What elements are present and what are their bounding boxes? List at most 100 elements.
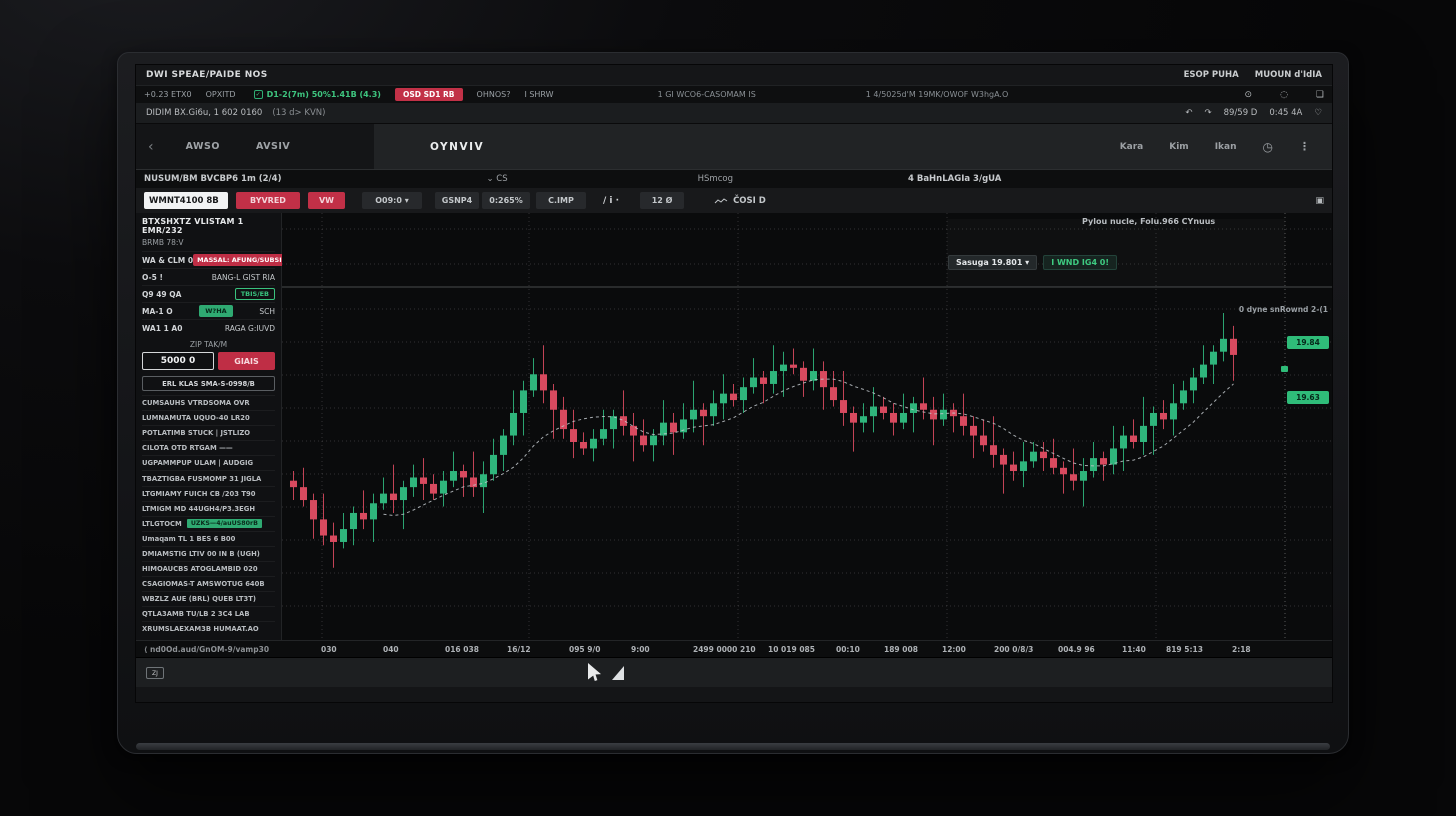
- margin-badge[interactable]: MASSAL: AFUNG/SUBSIDE: [193, 254, 295, 266]
- list-item[interactable]: QTLA3AMB TU/LB 2 3C4 LAB: [142, 606, 275, 621]
- sell-small-button[interactable]: VW: [308, 192, 345, 209]
- nav-link-1[interactable]: Kara: [1120, 142, 1144, 152]
- strategy-button[interactable]: ERL KLAS SMA-S-0998/B: [142, 376, 275, 391]
- quantity-input[interactable]: 5000 0: [142, 352, 214, 370]
- list-item[interactable]: LTLGTOCM UZKS—4/auUS80rB: [142, 516, 275, 531]
- quote-center-2: 1 4/5025d'M 19MK/OWOF W3hgA.O: [866, 90, 1009, 99]
- panel-subtitle: BRMB 78:V: [142, 238, 275, 247]
- time-axis-label: 9:00: [631, 645, 650, 654]
- panel-row-4: MA-1 O W?HA SCH: [142, 302, 275, 319]
- list-item[interactable]: UGPAMMPUP ULAM | AUDGIG: [142, 455, 275, 470]
- symbol-search-input[interactable]: [144, 192, 228, 209]
- notification-icon[interactable]: ◌: [1280, 90, 1288, 100]
- list-item[interactable]: CILOTA OTD RTGAM ——: [142, 440, 275, 455]
- panel-toggle-icon[interactable]: ▣: [1315, 196, 1324, 206]
- titlebar-label-a: ESOP PUHA: [1184, 70, 1239, 80]
- time-axis-label: 030: [321, 645, 337, 654]
- tp-badge[interactable]: TBIS/EB: [235, 288, 275, 300]
- back-chevron-icon[interactable]: ‹: [148, 139, 154, 155]
- list-item[interactable]: LTMIGM MD 44UGH4/P3.3EGH: [142, 501, 275, 516]
- price-badge[interactable]: W?HA: [199, 305, 232, 317]
- shield-check-icon: ✓: [254, 90, 263, 99]
- alert-badge[interactable]: OSD SD1 RB: [395, 88, 463, 101]
- price-tag-2: 19.63: [1287, 391, 1329, 404]
- tab-bar: ‹ AWSO AVSIV OYNVIV Kara Kim Ikan ◷ ⋮: [136, 124, 1332, 169]
- mouse-cursor-icon: [588, 663, 601, 681]
- sell-button[interactable]: BYVRED: [236, 192, 300, 209]
- candlestick-chart[interactable]: Pylou nucle, Folu.966 CYnuus Sasuga 19.8…: [282, 213, 1332, 640]
- list-item[interactable]: LUMNAMUTA UQUO-40 LR20: [142, 410, 275, 425]
- interval-dropdown[interactable]: O09:0 ▾: [362, 192, 422, 209]
- list-item[interactable]: HIMOAUCBS ATOGLAMBID 020: [142, 561, 275, 576]
- signal-badge[interactable]: I WND IG4 0!: [1043, 255, 1117, 270]
- list-item-badge: UZKS—4/auUS80rB: [187, 519, 262, 528]
- list-item[interactable]: TBAZTIGBA FUSMOMP 31 JIGLA: [142, 470, 275, 485]
- time-axis-label: 12:00: [942, 645, 966, 654]
- mini-chart-icon[interactable]: ZJ: [146, 667, 164, 679]
- resize-cursor-icon: [612, 666, 624, 680]
- list-item[interactable]: Umaqam TL 1 BES 6 B00: [142, 531, 275, 546]
- monitor: DWI SPEAE/PAIDE NOS ESOP PUHA MUOUN d'Id…: [117, 52, 1349, 754]
- drawing-tools[interactable]: ∕ i ·: [603, 196, 619, 206]
- tab-1[interactable]: AWSO: [168, 141, 238, 152]
- redo-icon[interactable]: ↷: [1204, 108, 1211, 118]
- line-indicator-icon: [714, 197, 728, 205]
- tab-2[interactable]: AVSIV: [238, 141, 308, 152]
- time-axis-label: 016 038: [445, 645, 479, 654]
- time-axis-label: 10 019 085: [768, 645, 815, 654]
- row4-label: MA-1 O: [142, 307, 173, 316]
- info-tool[interactable]: ⌄ CS: [486, 174, 507, 184]
- status-icon[interactable]: ⊙: [1245, 90, 1253, 100]
- list-item[interactable]: POTLATIMB STUCK | JSTLIZO: [142, 425, 275, 440]
- list-item[interactable]: LTGMIAMY FUICH CB /203 T90: [142, 486, 275, 501]
- desk-background: DWI SPEAE/PAIDE NOS ESOP PUHA MUOUN d'Id…: [0, 0, 1456, 816]
- active-tab-zone: OYNVIV Kara Kim Ikan ◷ ⋮: [374, 124, 1332, 169]
- submit-order-button[interactable]: GIAIS: [218, 352, 275, 370]
- indicator-toggle[interactable]: ČOSI D: [714, 196, 766, 206]
- list-item[interactable]: CSAGIOMAS-T AMSWOTUG 640B: [142, 576, 275, 591]
- list-item[interactable]: XRUMSLAEXAM3B HUMAAT.AO: [142, 621, 275, 636]
- time-axis-label: 16/12: [507, 645, 531, 654]
- list-item[interactable]: DMIAMSTIG LTIV 00 IN B (UGH): [142, 546, 275, 561]
- list-item[interactable]: WBZLZ AUE (BRL) QUEB LT3T): [142, 591, 275, 606]
- nav-link-2[interactable]: Kim: [1169, 142, 1188, 152]
- tab-active[interactable]: OYNVIV: [430, 141, 484, 153]
- menu-stat-1: 89/59 D: [1224, 108, 1258, 118]
- undo-icon[interactable]: ↶: [1185, 108, 1192, 118]
- time-axis-label: 00:10: [836, 645, 860, 654]
- time-axis-label: 095 9/0: [569, 645, 600, 654]
- price-tag-1: 19.84: [1287, 336, 1329, 349]
- tool-button-2[interactable]: 0:265%: [482, 192, 530, 209]
- bottom-strip: [136, 687, 1332, 702]
- tool-button-1[interactable]: GSNP4: [435, 192, 479, 209]
- clock-icon[interactable]: ◷: [1263, 140, 1273, 154]
- time-axis-left-text: ⟨ nd0Od.aud/GnOM-9/vamp30: [144, 645, 269, 654]
- heart-icon[interactable]: ♡: [1314, 108, 1322, 118]
- list-item-label: UGPAMMPUP ULAM | AUDGIG: [142, 459, 253, 467]
- time-axis-label: 819 5:13: [1166, 645, 1203, 654]
- time-axis[interactable]: ⟨ nd0Od.aud/GnOM-9/vamp30 030040016 0381…: [136, 640, 1332, 657]
- kebab-menu-icon[interactable]: ⋮: [1299, 140, 1310, 153]
- list-item-label: XRUMSLAEXAM3B HUMAAT.AO: [142, 625, 259, 633]
- list-item[interactable]: CUMSAUHS VTRDSOMA OVR: [142, 395, 275, 410]
- window-icon[interactable]: ❏: [1316, 90, 1324, 100]
- time-axis-label: 189 008: [884, 645, 918, 654]
- panel-row-2: O-5 ! BANG-L GIST RIA: [142, 268, 275, 285]
- chart-note-label: 0 dyne snRownd 2-(1: [1239, 305, 1328, 314]
- nav-link-3[interactable]: Ikan: [1215, 142, 1237, 152]
- symbol-timeframe: NUSUM/BM BVCBP6 1m (2/4): [144, 174, 281, 184]
- list-item-label: LTGMIAMY FUICH CB /203 T90: [142, 490, 255, 498]
- row1-label: WA & CLM 0: [142, 256, 193, 265]
- watchlist: CUMSAUHS VTRDSOMA OVRLUMNAMUTA UQUO-40 L…: [142, 395, 275, 637]
- tool-button-5[interactable]: 12 Ø: [640, 192, 684, 209]
- list-item-label: LTLGTOCM: [142, 520, 182, 528]
- list-item-label: CSAGIOMAS-T AMSWOTUG 640B: [142, 580, 265, 588]
- menu-stat-2: 0:45 4A: [1269, 108, 1302, 118]
- symbol-label: OPXITD: [206, 90, 236, 99]
- list-item-label: POTLATIMB STUCK | JSTLIZO: [142, 429, 250, 437]
- chart-overlay-badges: Sasuga 19.801 ▾ I WND IG4 0!: [948, 255, 1117, 270]
- tool-button-3[interactable]: C.IMP: [536, 192, 586, 209]
- quote-center-1: 1 GI WCO6-CASOMAM IS: [658, 90, 756, 99]
- price-alert-badge[interactable]: Sasuga 19.801 ▾: [948, 255, 1037, 270]
- list-item-label: QTLA3AMB TU/LB 2 3C4 LAB: [142, 610, 250, 618]
